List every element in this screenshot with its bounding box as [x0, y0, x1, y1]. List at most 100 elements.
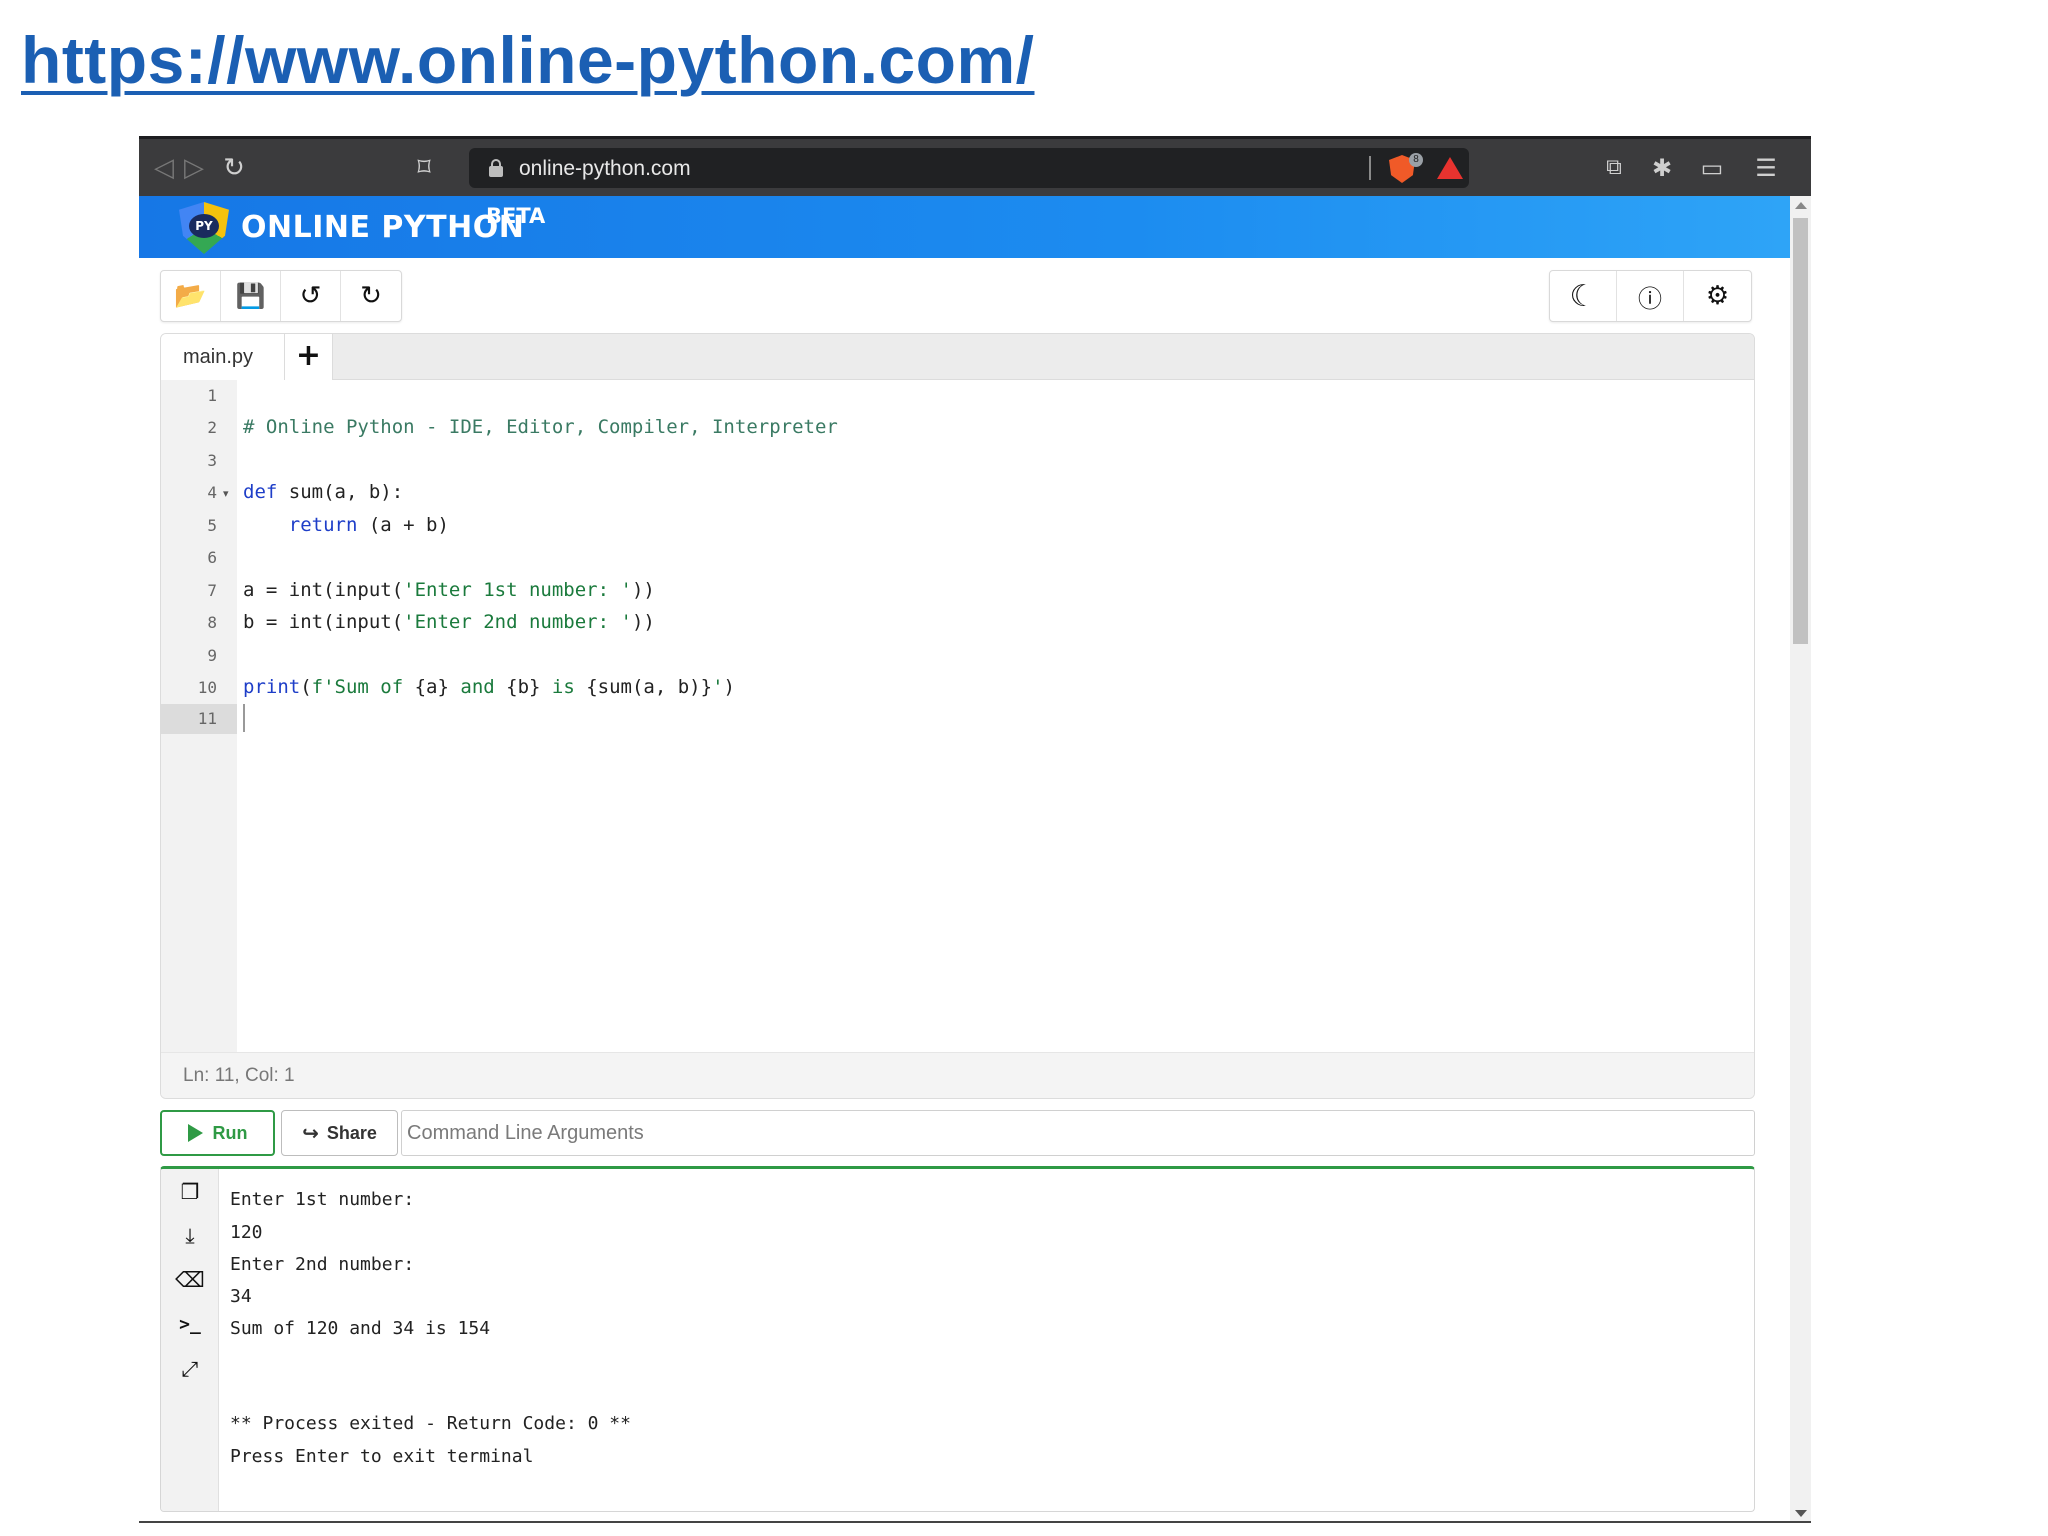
add-tab-button[interactable]: +: [285, 334, 333, 380]
terminal-sidebar: ❐ ⤓ ⌫ >_ ⤢: [161, 1169, 219, 1511]
run-label: Run: [212, 1122, 248, 1143]
terminal-line: Sum of 120 and 34 is 154: [230, 1318, 491, 1339]
scroll-up-icon[interactable]: [1795, 202, 1807, 209]
copy-icon[interactable]: ❐: [175, 1177, 205, 1207]
back-icon[interactable]: ◁: [149, 153, 179, 183]
output-terminal[interactable]: ❐ ⤓ ⌫ >_ ⤢ Enter 1st number: 120 Enter 2…: [160, 1166, 1755, 1512]
code-line-2[interactable]: # Online Python - IDE, Editor, Compiler,…: [243, 416, 838, 438]
command-line-args-input[interactable]: [401, 1110, 1755, 1156]
code-line-4[interactable]: def sum(a, b):: [243, 481, 403, 503]
save-icon[interactable]: 💾: [221, 271, 281, 321]
logo-icon[interactable]: PY: [179, 202, 229, 254]
moon-icon[interactable]: ☾: [1550, 271, 1617, 321]
download-icon[interactable]: ⤓: [175, 1221, 205, 1251]
code-line-10[interactable]: print(f'Sum of {a} and {b} is {sum(a, b)…: [243, 676, 735, 698]
eraser-icon[interactable]: ⌫: [175, 1265, 205, 1295]
code-text: sum(a, b):: [277, 481, 404, 503]
forward-icon[interactable]: ▷: [179, 153, 209, 183]
beta-badge: BETA: [486, 204, 546, 228]
info-icon[interactable]: ⓘ: [1617, 271, 1684, 321]
heading-url-link[interactable]: https://www.online-python.com/: [21, 22, 1034, 98]
terminal-icon[interactable]: >_: [175, 1310, 205, 1340]
tab-main-py[interactable]: main.py: [161, 334, 285, 380]
code-string: 'Enter 1st number: ': [403, 579, 632, 601]
line-number: 9: [207, 646, 217, 665]
line-number-active: 11: [161, 704, 237, 734]
line-number: 3: [207, 451, 217, 470]
code-text: {a}: [414, 676, 449, 698]
code-string: is: [540, 676, 587, 698]
code-text: {b}: [506, 676, 541, 698]
terminal-line: 34: [230, 1286, 252, 1307]
reload-icon[interactable]: ↻: [219, 153, 249, 183]
code-string: f'Sum of: [311, 676, 415, 698]
code-text: {sum(a, b)}: [586, 676, 713, 698]
undo-icon[interactable]: ↺: [281, 271, 341, 321]
view-toolbar: ☾ ⓘ ⚙: [1549, 270, 1752, 322]
line-number: 10: [197, 678, 217, 697]
open-folder-icon[interactable]: 📂: [161, 271, 221, 321]
redo-icon[interactable]: ↻: [341, 271, 401, 321]
terminal-line: Enter 2nd number:: [230, 1254, 415, 1275]
code-comment: # Online Python - IDE, Editor, Compiler,…: [243, 416, 838, 438]
code-keyword: def: [243, 481, 278, 503]
brave-rewards-icon[interactable]: [1437, 157, 1463, 179]
code-area[interactable]: # Online Python - IDE, Editor, Compiler,…: [243, 380, 1743, 1052]
line-number: 2: [207, 418, 217, 437]
code-string: and: [448, 676, 507, 698]
fold-arrow-icon[interactable]: ▾: [223, 487, 229, 500]
share-label: Share: [326, 1122, 377, 1143]
line-number-gutter: 1 2 3 4 ▾ 5 6 7 8 9 10 11: [161, 380, 237, 1052]
lock-icon: [489, 159, 503, 177]
code-text: )): [631, 579, 655, 601]
code-string: 'Enter 2nd number: ': [403, 611, 632, 633]
address-bar[interactable]: online-python.com 8: [469, 148, 1469, 188]
code-text: (a + b): [357, 514, 449, 536]
page-scrollbar[interactable]: [1790, 196, 1811, 1521]
site-title[interactable]: ONLINE PYTHON: [241, 210, 524, 245]
editor-tabs: main.py +: [161, 334, 1754, 380]
line-number: 8: [207, 613, 217, 632]
tab-manager-icon[interactable]: ⧉: [1599, 153, 1629, 183]
code-text: ): [723, 676, 735, 698]
line-number: 6: [207, 548, 217, 567]
editor-status-bar: Ln: 11, Col: 1: [161, 1052, 1754, 1098]
line-number: 4: [207, 483, 217, 502]
logo-text: PY: [189, 214, 219, 238]
play-icon: [187, 1124, 203, 1142]
menu-icon[interactable]: ☰: [1751, 153, 1781, 183]
scroll-down-icon[interactable]: [1795, 1510, 1807, 1517]
code-string: ': [712, 676, 724, 698]
site-header: PY ONLINE PYTHON BETA: [139, 196, 1790, 258]
bookmark-icon[interactable]: ⌑: [409, 153, 439, 183]
share-icon: ↪: [302, 1121, 319, 1145]
code-line-5[interactable]: return (a + b): [243, 514, 449, 536]
code-keyword: print: [243, 676, 301, 698]
extensions-icon[interactable]: ✱: [1647, 153, 1677, 183]
terminal-line: Enter 1st number:: [230, 1189, 415, 1210]
scroll-thumb[interactable]: [1793, 218, 1808, 644]
run-button[interactable]: Run: [160, 1110, 275, 1156]
code-line-7[interactable]: a = int(input('Enter 1st number: ')): [243, 579, 655, 601]
share-button[interactable]: ↪ Share: [281, 1110, 398, 1156]
code-editor: main.py + 1 2 3 4 ▾ 5 6 7 8 9 10 11 # On…: [160, 333, 1755, 1099]
settings-icon[interactable]: ⚙: [1684, 271, 1751, 321]
browser-toolbar: ◁ ▷ ↻ ⌑ online-python.com 8 ⧉ ✱ ▭ ☰: [139, 136, 1811, 196]
terminal-line: ** Process exited - Return Code: 0 **: [230, 1413, 631, 1434]
text-cursor: [243, 704, 245, 732]
brave-shields-badge: 8: [1409, 153, 1423, 167]
terminal-line: Press Enter to exit terminal: [230, 1446, 534, 1467]
code-text: b = int(input(: [243, 611, 404, 633]
terminal-line: 120: [230, 1222, 263, 1243]
code-text: )): [631, 611, 655, 633]
expand-icon[interactable]: ⤢: [175, 1354, 205, 1384]
code-line-8[interactable]: b = int(input('Enter 2nd number: ')): [243, 611, 655, 633]
file-toolbar: 📂 💾 ↺ ↻: [160, 270, 402, 322]
code-keyword: return: [288, 514, 358, 536]
wallet-icon[interactable]: ▭: [1697, 153, 1727, 183]
line-number: 1: [207, 386, 217, 405]
address-separator: [1369, 156, 1371, 180]
code-text: a = int(input(: [243, 579, 404, 601]
address-text[interactable]: online-python.com: [519, 157, 691, 181]
